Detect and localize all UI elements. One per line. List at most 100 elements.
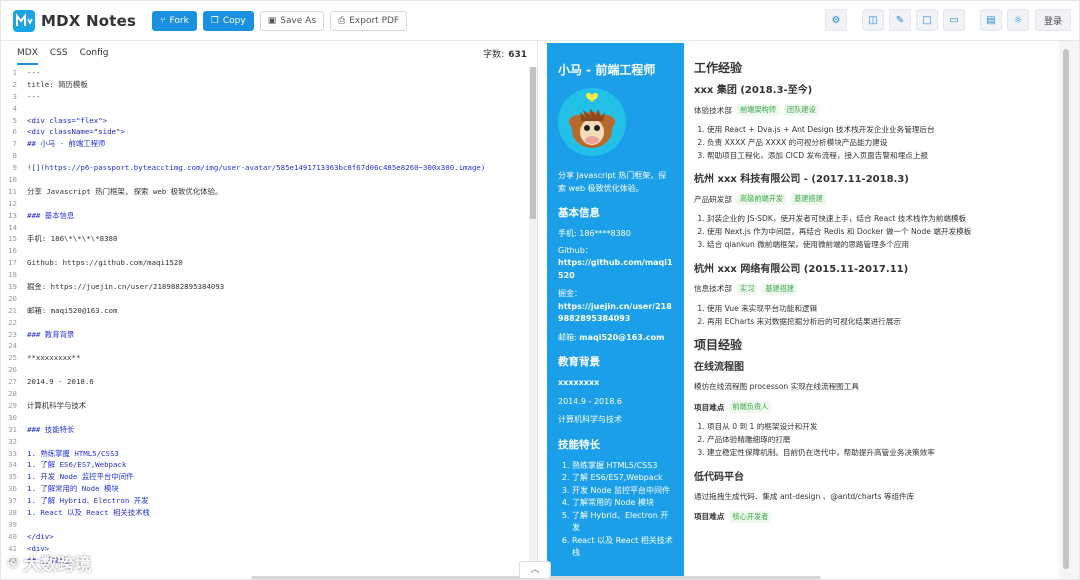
code-line[interactable]: 16 — [1, 245, 529, 257]
github-link[interactable]: https://github.com/maqi1520 — [558, 257, 673, 282]
code-line[interactable]: 35 1. 开发 Node 监控平台中间件 — [1, 471, 529, 483]
job-role: 产品研发部 高级前端开发 基建搭建 — [694, 193, 1034, 206]
line-number: 12 — [8, 198, 17, 208]
line-text: 邮箱: maqi520@163.com — [27, 305, 118, 315]
project-title: 在线流程图 — [694, 362, 744, 374]
project-tag: 核心开发者 — [729, 510, 772, 523]
code-line[interactable]: 26 — [1, 364, 529, 376]
code-line[interactable]: 6 <div className="side"> — [1, 126, 529, 138]
login-button[interactable]: 登录 — [1034, 9, 1071, 31]
app-title: MDX Notes — [41, 11, 137, 30]
editor-scrollbar[interactable] — [529, 67, 537, 579]
code-line[interactable]: 9 ![](https://p6-passport.byteacctimg.com… — [1, 162, 529, 174]
avatar — [558, 88, 626, 156]
line-number: 4 — [12, 103, 17, 113]
code-line[interactable]: 31 ### 技能特长 — [1, 424, 529, 436]
code-line[interactable]: 32 — [1, 436, 529, 448]
code-line[interactable]: 13 ### 基本信息 — [1, 210, 529, 222]
line-number: 34 — [8, 460, 17, 470]
code-line[interactable]: 5 <div class="flex"> — [1, 115, 529, 127]
code-line[interactable]: 36 1. 了解常用的 Node 模块 — [1, 483, 529, 495]
code-line[interactable]: 8 — [1, 150, 529, 162]
fork-button[interactable]: ⑂ Fork — [152, 10, 197, 31]
columns-icon: ◫ — [868, 14, 878, 26]
app-logo: MDX Notes — [13, 9, 137, 32]
code-line[interactable]: 12 — [1, 198, 529, 210]
list-item: 封装企业的 JS-SDK，使开发者可快速上手，结合 React 技术栈作为前端模… — [707, 213, 1034, 226]
job-tag: 基建搭建 — [791, 193, 826, 206]
juejin-link[interactable]: https://juejin.cn/user/2189882895384093 — [558, 301, 673, 326]
edit-view-button[interactable]: ✎ — [888, 9, 911, 31]
line-text: <div class="flex"> — [27, 115, 108, 125]
tab-mdx[interactable]: MDX — [17, 41, 38, 65]
line-number: 33 — [8, 448, 17, 458]
job-role: 信息技术部 实习 基建搭建 — [694, 282, 1034, 295]
code-line[interactable]: 4 — [1, 103, 529, 115]
code-line[interactable]: 11 分享 Javascript 热门框架, 探索 web 极致优化体验。 — [1, 186, 529, 198]
code-line[interactable]: 39 — [1, 519, 529, 531]
export-pdf-button[interactable]: ⎙ Export PDF — [330, 10, 408, 31]
settings-gear-button[interactable]: ⚙ — [824, 9, 847, 31]
code-editor[interactable]: 1 --- 2 title: 简历模板 3 --- 4 5 <div class="flex">… — [1, 67, 529, 579]
code-line[interactable]: 19 掘金: https://juejin.cn/user/21898828953… — [1, 281, 529, 293]
code-line[interactable]: 28 — [1, 388, 529, 400]
copy-button[interactable]: ❐ Copy — [202, 10, 254, 31]
save-as-button[interactable]: ▣ Save As — [259, 10, 325, 31]
project-items: 项目从 0 到 1 的框架设计和开发 产品体验精雕细琢的打磨 建立稳定性保障机制… — [694, 421, 1034, 459]
code-line[interactable]: 29 计算机科学与技术 — [1, 400, 529, 412]
code-line[interactable]: 23 ### 教育背景 — [1, 329, 529, 341]
job-company: 杭州 xxx 科技有限公司 - (2017.11-2018.3) — [694, 174, 909, 186]
code-line[interactable]: 40 </div> — [1, 531, 529, 543]
preview-view-button[interactable]: □ — [915, 9, 938, 31]
word-count-value: 631 — [508, 50, 527, 60]
code-line[interactable]: 33 1. 熟练掌握 HTML5/CSS3 — [1, 448, 529, 460]
line-text: ## 小马 - 前端工程师 — [27, 139, 106, 149]
line-number: 13 — [8, 210, 17, 220]
code-line[interactable]: 2 title: 简历模板 — [1, 79, 529, 91]
email-row: 邮箱: maqi520@163.com — [558, 332, 673, 345]
collapse-toggle-button[interactable]: ︿ — [519, 561, 551, 579]
line-number: 6 — [12, 127, 17, 137]
slides-view-button[interactable]: ▭ — [942, 9, 965, 31]
job-company: xxx 集团 (2018.3-至今) — [694, 85, 813, 96]
export-pdf-label: Export PDF — [349, 15, 400, 26]
split-view-button[interactable]: ◫ — [861, 9, 884, 31]
layout-button[interactable]: ▤ — [979, 9, 1002, 31]
code-line[interactable]: 18 — [1, 269, 529, 281]
code-line[interactable]: 37 1. 了解 Hybrid、Electron 开发 — [1, 495, 529, 507]
code-line[interactable]: 7 ## 小马 - 前端工程师 — [1, 138, 529, 150]
code-line[interactable]: 22 — [1, 317, 529, 329]
code-line[interactable]: 25 **xxxxxxxx** — [1, 352, 529, 364]
code-line[interactable]: 17 Github: https://github.com/maqi1520 — [1, 257, 529, 269]
code-line[interactable]: 30 — [1, 412, 529, 424]
preview-pane: 小马 - 前端工程师 分享 Javascript 热门框架，探索 web 极致优… — [539, 41, 1059, 579]
list-item: React 以及 React 相关技术栈 — [572, 535, 673, 560]
code-line[interactable]: 20 — [1, 293, 529, 305]
line-number: 3 — [12, 91, 17, 101]
code-line[interactable]: 27 2014.9 - 2018.6 — [1, 376, 529, 388]
theme-toggle-button[interactable]: ☼ — [1006, 9, 1029, 31]
editor-scrollbar-thumb[interactable] — [530, 67, 536, 219]
line-number: 5 — [12, 115, 17, 125]
code-line[interactable]: 1 --- — [1, 67, 529, 79]
skills-list: 熟练掌握 HTML5/CSS3 了解 ES6/ES7,Webpack 开发 No… — [558, 460, 673, 560]
preview-scrollbar-thumb[interactable] — [1063, 49, 1069, 569]
code-line[interactable]: 24 — [1, 340, 529, 352]
tab-config[interactable]: Config — [80, 41, 109, 65]
top-toolbar: MDX Notes ⑂ Fork ❐ Copy ▣ Save As ⎙ Expo… — [1, 1, 1079, 41]
code-line[interactable]: 10 — [1, 174, 529, 186]
code-line[interactable]: 14 — [1, 222, 529, 234]
list-item: 帮助项目工程化，添加 CICD 发布流程，接入页面告警和埋点上报 — [707, 150, 1034, 163]
line-number: 20 — [8, 293, 17, 303]
code-line[interactable]: 38 1. React 以及 React 相关技术栈 — [1, 507, 529, 519]
code-line[interactable]: 34 1. 了解 ES6/ES7,Webpack — [1, 459, 529, 471]
code-line[interactable]: 3 --- — [1, 91, 529, 103]
pencil-icon: ✎ — [895, 14, 905, 26]
code-line[interactable]: 21 邮箱: maqi520@163.com — [1, 305, 529, 317]
line-number: 29 — [8, 400, 17, 410]
code-line[interactable]: 15 手机: 186\*\*\*\*8380 — [1, 233, 529, 245]
tab-css[interactable]: CSS — [50, 41, 68, 65]
line-text: 分享 Javascript 热门框架, 探索 web 极致优化体验。 — [27, 186, 223, 196]
job-tag: 前端架构师 — [736, 104, 779, 116]
email-link[interactable]: maqi520@163.com — [579, 333, 664, 342]
